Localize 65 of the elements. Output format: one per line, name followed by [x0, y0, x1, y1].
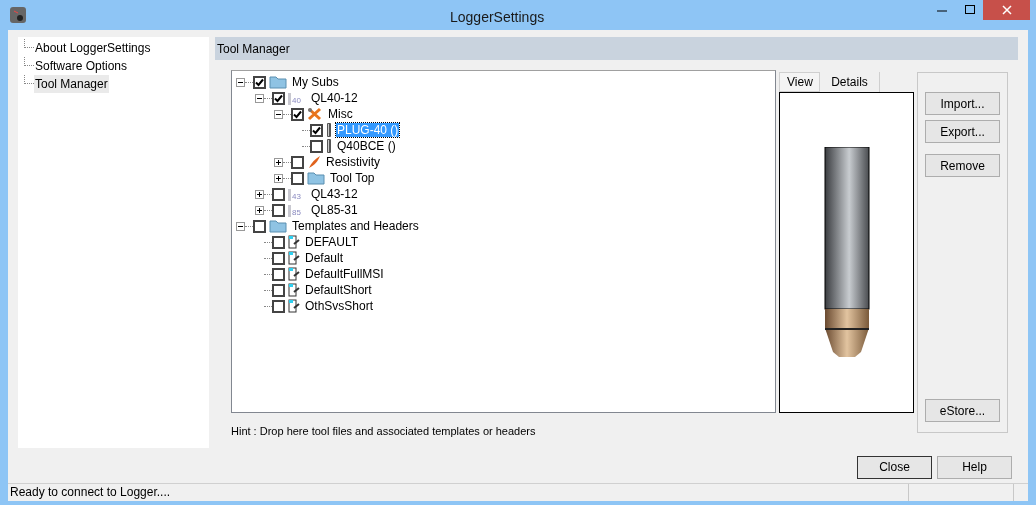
tree-item[interactable]: OthSvsShort: [304, 299, 375, 313]
folder-icon: [269, 219, 287, 233]
tree-item[interactable]: Templates and Headers: [291, 219, 420, 233]
checkbox[interactable]: [291, 107, 304, 121]
nav-item[interactable]: Tool Manager: [34, 75, 109, 93]
tree-item[interactable]: QL43-12: [310, 187, 359, 201]
document-icon: [288, 235, 300, 249]
folder-icon: [307, 171, 325, 185]
app-icon: [10, 7, 26, 23]
tree-item[interactable]: DEFAULT: [304, 235, 360, 249]
tree-item[interactable]: Q40BCE (): [336, 139, 397, 153]
tree-item[interactable]: Default: [304, 251, 345, 265]
checkbox[interactable]: [272, 187, 285, 201]
nav-item[interactable]: About LoggerSettings: [34, 39, 152, 57]
section-header: Tool Manager: [215, 37, 1018, 60]
tree-item[interactable]: Tool Top: [329, 171, 376, 185]
checkbox[interactable]: [291, 171, 304, 185]
checkbox[interactable]: [272, 203, 285, 217]
collapse-icon[interactable]: [236, 221, 245, 231]
expand-icon[interactable]: [274, 157, 283, 167]
checkbox[interactable]: [272, 283, 285, 297]
expand-icon[interactable]: [255, 189, 264, 199]
checkbox[interactable]: [272, 91, 285, 105]
collapse-icon[interactable]: [274, 109, 283, 119]
tree-item[interactable]: QL85-31: [310, 203, 359, 217]
flame-icon: [307, 155, 321, 169]
checkbox[interactable]: [272, 251, 285, 265]
checkbox[interactable]: [272, 267, 285, 281]
side-button[interactable]: Import...: [925, 92, 1000, 115]
tree-item[interactable]: Misc: [327, 107, 354, 121]
collapse-icon[interactable]: [255, 93, 264, 103]
folder-icon: [269, 75, 287, 89]
maximize-icon: [964, 5, 975, 15]
side-button[interactable]: Remove: [925, 154, 1000, 177]
expand-icon[interactable]: [255, 205, 264, 215]
checkbox[interactable]: [272, 299, 285, 313]
checkbox[interactable]: [291, 155, 304, 169]
document-icon: [288, 283, 300, 297]
estore-button[interactable]: eStore...: [925, 399, 1000, 422]
tab[interactable]: View: [779, 72, 820, 92]
tree-item[interactable]: My Subs: [291, 75, 340, 89]
tree-item[interactable]: DefaultShort: [304, 283, 373, 297]
window-title: LoggerSettings: [450, 8, 545, 27]
checkbox[interactable]: [253, 219, 266, 233]
tree-item[interactable]: Resistivity: [325, 155, 381, 169]
document-icon: [288, 267, 300, 281]
close-icon: [1001, 5, 1012, 15]
checkbox[interactable]: [310, 139, 323, 153]
side-button[interactable]: Export...: [925, 120, 1000, 143]
checkbox[interactable]: [310, 123, 323, 137]
status-text: Ready to connect to Logger....: [9, 483, 172, 501]
probe-icon: [326, 139, 332, 153]
expand-icon[interactable]: [274, 173, 283, 183]
hint-text: Hint : Drop here tool files and associated templates or headers: [231, 424, 537, 439]
collapse-icon[interactable]: [236, 77, 245, 87]
document-icon: [288, 251, 300, 265]
tree-item[interactable]: QL40-12: [310, 91, 359, 105]
document-icon: [288, 299, 300, 313]
dialog-button[interactable]: Close: [857, 455, 932, 479]
checkbox[interactable]: [272, 235, 285, 249]
nav-item[interactable]: Software Options: [34, 57, 129, 75]
probe-icon: [326, 123, 332, 137]
tree-item[interactable]: DefaultFullMSI: [304, 267, 385, 281]
dialog-button[interactable]: Help: [937, 455, 1012, 479]
checkbox[interactable]: [253, 75, 266, 89]
